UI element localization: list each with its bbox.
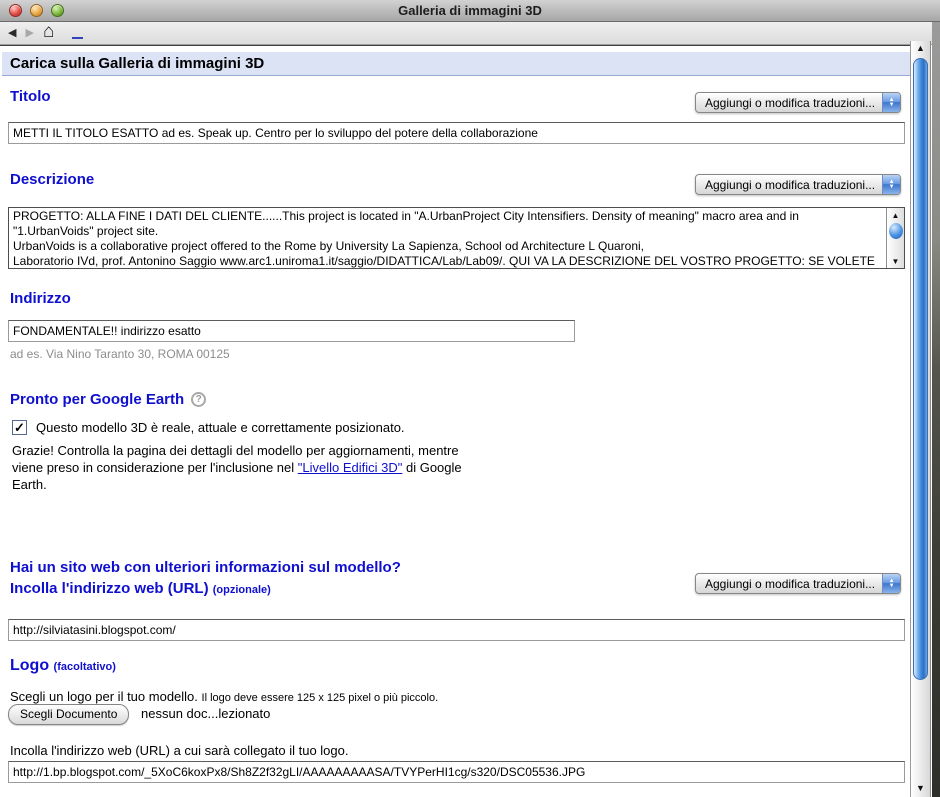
home-underline-mark (72, 37, 83, 39)
logo-heading-text: Logo (10, 657, 49, 674)
page-content: Carica sulla Galleria di immagini 3D Tit… (0, 45, 910, 797)
logo-url-label: Incolla l'indirizzo web (URL) a cui sarà… (10, 743, 348, 758)
indirizzo-input[interactable] (8, 320, 575, 342)
textarea-scrollbar[interactable]: ▲ ▼ (886, 208, 904, 268)
stepper-down-icon: ▼ (889, 185, 895, 190)
stepper-arrows-icon: ▲▼ (882, 574, 900, 593)
titolo-input[interactable] (8, 122, 905, 144)
logo-optional-label: (facoltativo) (54, 661, 116, 673)
logo-choose-label: Scegli un logo per il tuo modello. (10, 689, 198, 704)
page-title: Carica sulla Galleria di immagini 3D (2, 52, 910, 76)
logo-size-hint: Il logo deve essere 125 x 125 pixel o pi… (202, 692, 439, 704)
textarea-scroll-up-icon[interactable]: ▲ (892, 208, 900, 222)
help-icon[interactable]: ? (191, 392, 206, 407)
website-heading: Hai un sito web con ulteriori informazio… (10, 557, 401, 601)
scroll-up-icon[interactable]: ▲ (911, 41, 930, 56)
file-status-text: nessun doc...lezionato (141, 706, 270, 721)
translations-dropdown-label: Aggiungi o modifica traduzioni... (696, 574, 882, 593)
browser-window: Galleria di immagini 3D ◀ ▶ ⌂ Carica sul… (0, 0, 940, 797)
back-icon[interactable]: ◀ (8, 28, 16, 39)
textarea-scrollbar-thumb[interactable] (889, 223, 903, 239)
indirizzo-hint: ad es. Via Nino Taranto 30, ROMA 00125 (10, 347, 230, 361)
translations-dropdown-descrizione[interactable]: Aggiungi o modifica traduzioni... ▲▼ (695, 174, 901, 195)
stepper-arrows-icon: ▲▼ (882, 175, 900, 194)
logo-heading: Logo (facoltativo) (10, 657, 116, 675)
logo-url-input[interactable] (8, 761, 905, 783)
descrizione-text[interactable]: PROGETTO: ALLA FINE I DATI DEL CLIENTE..… (9, 208, 886, 268)
translations-dropdown-website[interactable]: Aggiungi o modifica traduzioni... ▲▼ (695, 573, 901, 594)
stepper-down-icon: ▼ (889, 584, 895, 589)
home-icon[interactable]: ⌂ (43, 22, 54, 41)
website-url-input[interactable] (8, 619, 905, 641)
stepper-down-icon: ▼ (889, 103, 895, 108)
descrizione-heading: Descrizione (10, 171, 94, 188)
scroll-down-icon[interactable]: ▼ (911, 781, 930, 796)
livello-edifici-link[interactable]: "Livello Edifici 3D" (298, 460, 403, 475)
website-optional-label: (opzionale) (213, 584, 271, 596)
forward-icon[interactable]: ▶ (25, 28, 33, 39)
browser-toolbar: ◀ ▶ ⌂ (0, 22, 940, 45)
google-earth-checkbox-row: ✓ Questo modello 3D è reale, attuale e c… (12, 420, 405, 435)
window-titlebar[interactable]: Galleria di immagini 3D (0, 0, 940, 22)
textarea-scroll-down-icon[interactable]: ▼ (892, 254, 900, 268)
logo-file-row: Scegli Documento nessun doc...lezionato (8, 704, 270, 725)
scrollbar-thumb[interactable] (913, 58, 928, 680)
google-earth-note: Grazie! Controlla la pagina dei dettagli… (12, 442, 480, 493)
translations-dropdown-label: Aggiungi o modifica traduzioni... (696, 93, 882, 112)
google-earth-checkbox-label: Questo modello 3D è reale, attuale e cor… (36, 420, 405, 435)
desktop-background-sliver (932, 22, 940, 797)
website-heading-line1: Hai un sito web con ulteriori informazio… (10, 559, 401, 576)
titolo-heading: Titolo (10, 88, 51, 105)
logo-choose-row: Scegli un logo per il tuo modello. Il lo… (10, 689, 438, 704)
translations-dropdown-titolo[interactable]: Aggiungi o modifica traduzioni... ▲▼ (695, 92, 901, 113)
stepper-arrows-icon: ▲▼ (882, 93, 900, 112)
google-earth-heading: Pronto per Google Earth? (10, 391, 206, 408)
vertical-scrollbar[interactable]: ▲ ▼ (910, 41, 931, 797)
translations-dropdown-label: Aggiungi o modifica traduzioni... (696, 175, 882, 194)
google-earth-checkbox[interactable]: ✓ (12, 420, 27, 435)
choose-file-button[interactable]: Scegli Documento (8, 704, 129, 725)
window-title: Galleria di immagini 3D (0, 3, 940, 18)
descrizione-textarea[interactable]: PROGETTO: ALLA FINE I DATI DEL CLIENTE..… (8, 207, 905, 269)
indirizzo-heading: Indirizzo (10, 290, 71, 307)
website-heading-line2: Incolla l'indirizzo web (URL) (10, 580, 209, 597)
google-earth-heading-text: Pronto per Google Earth (10, 391, 184, 408)
